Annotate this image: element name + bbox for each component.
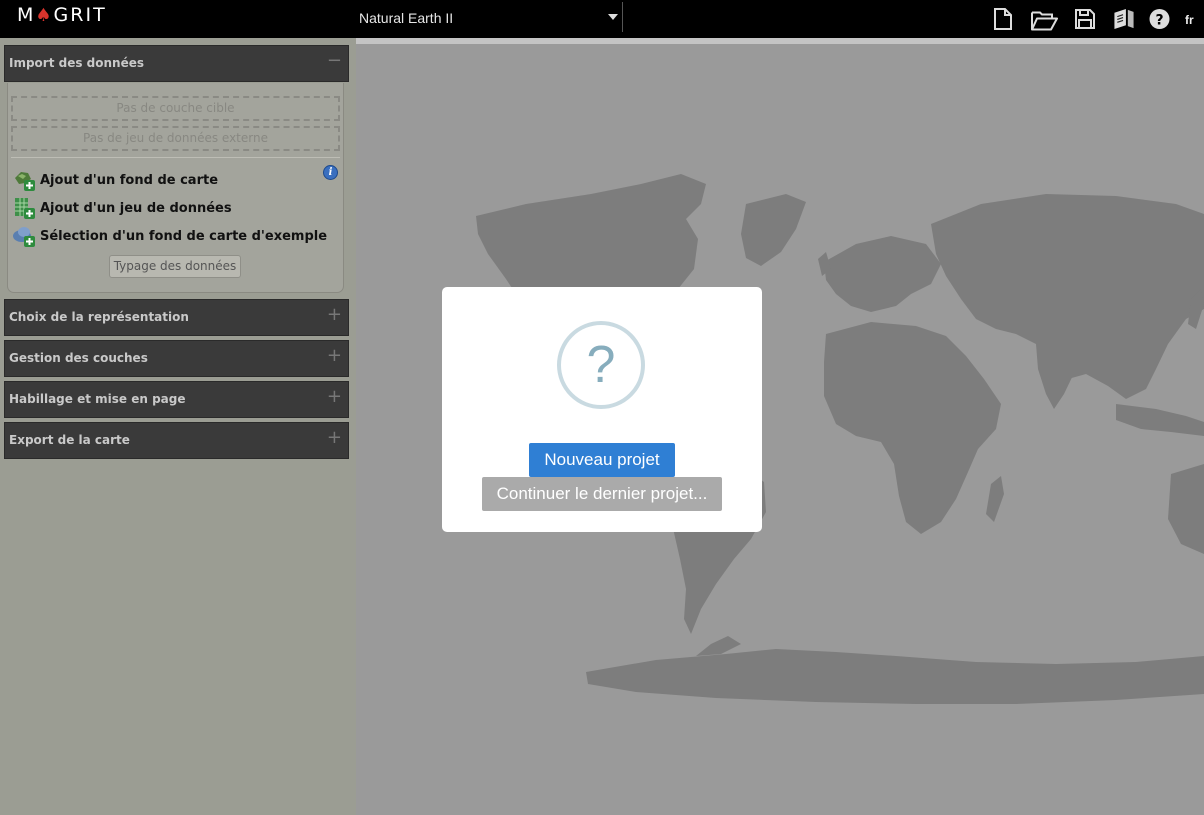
basemap-select-value: Natural Earth II (359, 10, 454, 26)
continue-last-project-button[interactable]: Continuer le dernier projet... (482, 477, 722, 511)
land-indonesia (1116, 404, 1204, 436)
section-title: Choix de la représentation (9, 310, 189, 324)
language-switch[interactable]: fr (1185, 13, 1194, 27)
section-layout-header[interactable]: Habillage et mise en page + (4, 381, 349, 418)
top-toolbar: M♠GRIT Natural Earth II ? fr (0, 0, 1204, 38)
app-logo: M♠GRIT (17, 4, 107, 26)
section-representation-header[interactable]: Choix de la représentation + (4, 299, 349, 336)
expand-icon[interactable]: + (327, 386, 342, 407)
question-icon: ? (557, 321, 645, 409)
help-icon[interactable]: ? (1149, 8, 1170, 30)
add-basemap-icon (15, 172, 35, 191)
target-layer-dropzone[interactable]: Pas de couche cible (11, 96, 340, 121)
expand-icon[interactable]: + (327, 345, 342, 366)
section-title: Export de la carte (9, 433, 130, 447)
basemap-select[interactable]: Natural Earth II (349, 2, 623, 32)
collapse-icon[interactable]: − (327, 50, 342, 71)
land-greenland (741, 194, 806, 266)
select-sample-basemap-label: Sélection d'un fond de carte d'exemple (40, 229, 328, 244)
land-antarctic-peninsula (696, 636, 741, 656)
add-sample-basemap-icon (13, 227, 35, 247)
expand-icon[interactable]: + (327, 304, 342, 325)
land-africa (824, 322, 1001, 534)
section-import-title: Import des données (9, 56, 145, 70)
open-folder-icon[interactable] (1031, 9, 1058, 31)
land-europe (824, 236, 941, 312)
add-dataset-icon (15, 198, 35, 219)
section-layers-header[interactable]: Gestion des couches + (4, 340, 349, 377)
land-antarctica (586, 649, 1204, 704)
chevron-down-icon[interactable] (608, 14, 618, 20)
add-basemap-label: Ajout d'un fond de carte (40, 173, 219, 188)
divider (11, 157, 340, 158)
left-panel: Import des données − Pas de couche cible… (0, 38, 356, 815)
logo-spade-icon: ♠ (35, 5, 54, 26)
info-icon[interactable]: i (323, 165, 338, 180)
section-export-header[interactable]: Export de la carte + (4, 422, 349, 459)
data-typing-button[interactable]: Typage des données (109, 255, 241, 278)
land-madagascar (986, 476, 1004, 522)
book-icon[interactable] (1113, 8, 1135, 30)
section-title: Gestion des couches (9, 351, 148, 365)
section-title: Habillage et mise en page (9, 392, 186, 406)
save-icon[interactable] (1075, 8, 1095, 30)
section-import-header[interactable]: Import des données − (4, 45, 349, 82)
start-dialog: ? Nouveau projet Continuer le dernier pr… (442, 287, 762, 532)
new-file-icon[interactable] (993, 8, 1013, 30)
section-import-body: Pas de couche cible Pas de jeu de donnée… (7, 83, 344, 293)
logo-text-m: M (17, 4, 36, 26)
land-australia (1168, 464, 1204, 554)
logo-text-grit: GRIT (53, 4, 107, 26)
question-mark: ? (586, 336, 616, 394)
add-dataset-label: Ajout d'un jeu de données (40, 201, 232, 216)
new-project-button[interactable]: Nouveau projet (529, 443, 675, 477)
external-dataset-dropzone[interactable]: Pas de jeu de données externe (11, 126, 340, 151)
svg-text:?: ? (1155, 13, 1163, 29)
expand-icon[interactable]: + (327, 427, 342, 448)
